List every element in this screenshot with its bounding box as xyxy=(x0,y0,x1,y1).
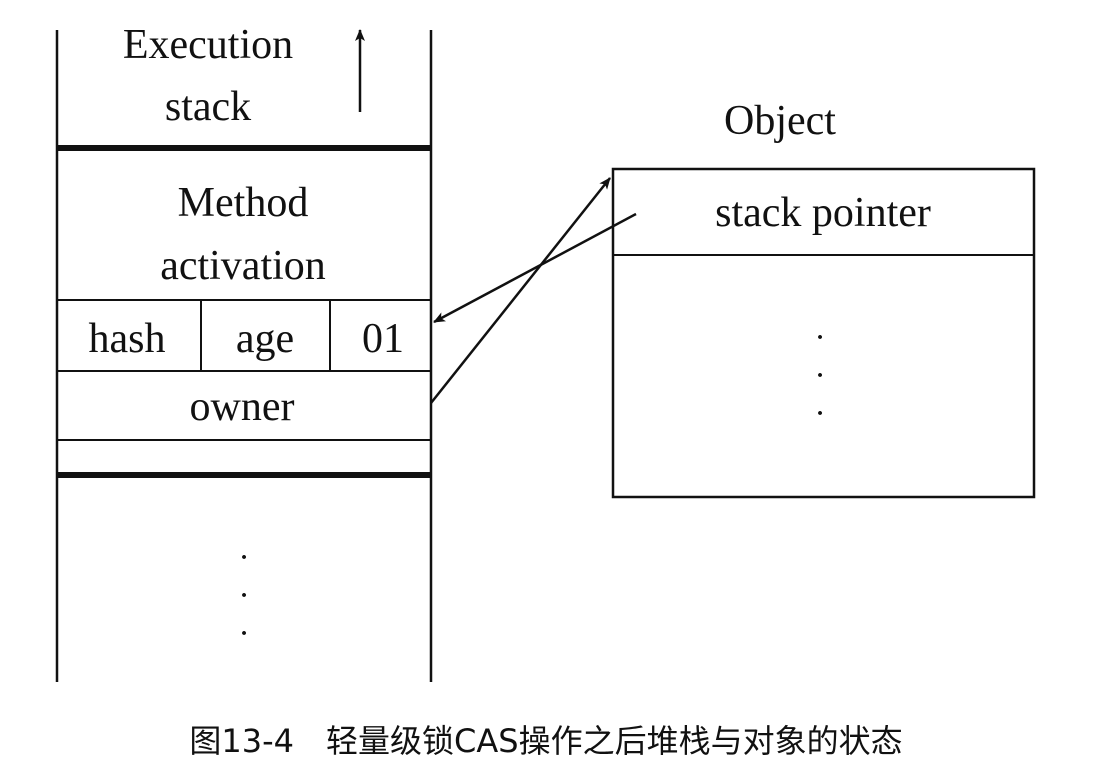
owner-to-object-arrow xyxy=(430,177,611,404)
object-ellipsis-dot-2: · xyxy=(814,357,825,394)
lightweight-lock-diagram: Execution stack Method activation hash a… xyxy=(55,22,1036,760)
figure: Execution stack Method activation hash a… xyxy=(0,0,1102,768)
object-ellipsis-dot-3: · xyxy=(814,395,825,432)
execution-stack: Execution stack Method activation hash a… xyxy=(55,22,433,682)
object-title: Object xyxy=(724,98,836,144)
method-activation-line2: activation xyxy=(160,243,326,289)
hash-cell: hash xyxy=(89,316,166,362)
owner-cell: owner xyxy=(190,384,295,430)
object-ellipsis-dot-1: · xyxy=(814,319,825,356)
stack-ellipsis-dot-2: · xyxy=(238,577,249,614)
object-box: Object stack pointer · · · xyxy=(611,98,1036,499)
stack-pointer-to-lock-record-arrow xyxy=(433,212,637,324)
age-cell: age xyxy=(236,316,294,362)
stack-title-line2: stack xyxy=(165,84,251,130)
stack-ellipsis-dot-1: · xyxy=(238,539,249,576)
stack-ellipsis-dot-3: · xyxy=(238,615,249,652)
method-activation-line1: Method xyxy=(178,180,309,226)
stack-pointer-field: stack pointer xyxy=(715,190,931,236)
figure-caption: 图13-4 轻量级锁CAS操作之后堆栈与对象的状态 xyxy=(189,722,902,760)
stack-title-line1: Execution xyxy=(123,22,293,68)
lock-bits-cell: 01 xyxy=(362,316,404,362)
